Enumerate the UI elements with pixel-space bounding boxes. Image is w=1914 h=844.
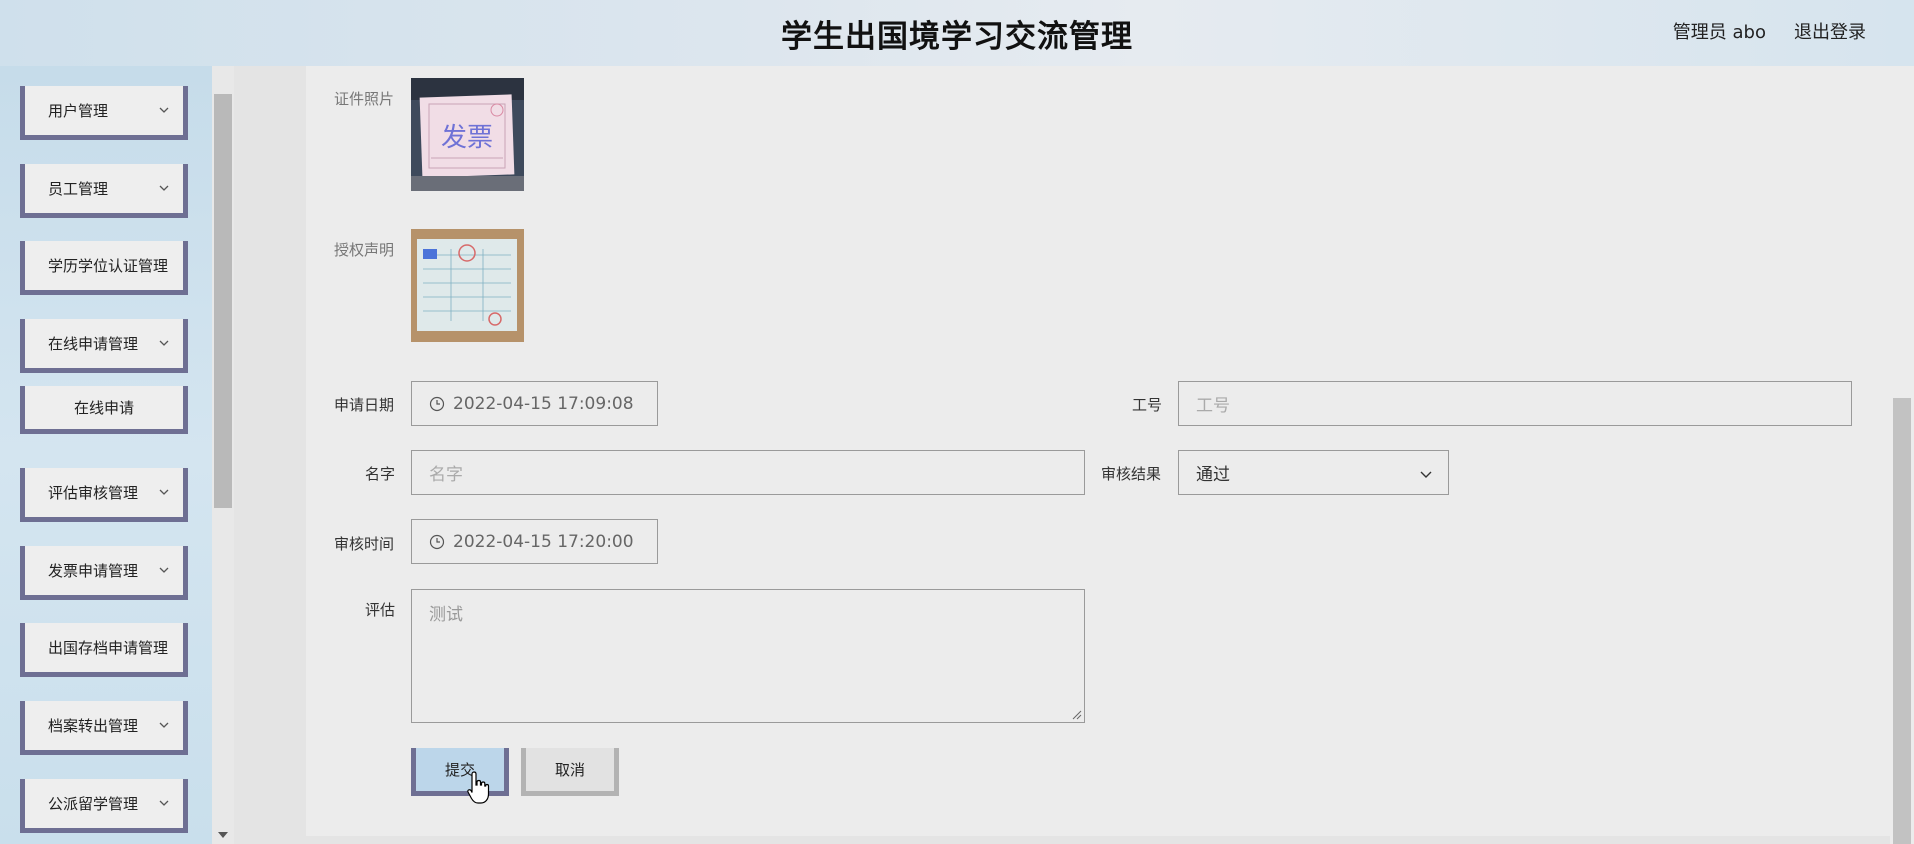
chevron-down-icon <box>159 107 169 113</box>
sidebar-item-public-study-abroad[interactable]: 公派留学管理 <box>20 779 188 833</box>
chevron-down-icon <box>159 340 169 346</box>
evaluation-value: 测试 <box>429 605 463 625</box>
chevron-down-icon <box>159 567 169 573</box>
sidebar-item-label: 发票申请管理 <box>48 562 139 580</box>
page-title: 学生出国境学习交流管理 <box>781 18 1133 55</box>
sidebar-item-archive-transfer[interactable]: 档案转出管理 <box>20 701 188 755</box>
name-input[interactable]: 名字 <box>411 450 1085 495</box>
sidebar-item-online-application-management[interactable]: 在线申请管理 <box>20 319 188 373</box>
clock-icon <box>429 396 445 411</box>
resize-grip-icon[interactable] <box>1070 708 1082 720</box>
name-placeholder: 名字 <box>429 465 463 485</box>
main-scrollbar[interactable] <box>1890 66 1914 844</box>
sidebar-item-user-management[interactable]: 用户管理 <box>20 86 188 140</box>
sidebar-item-archive-application[interactable]: 出国存档申请管理 <box>20 623 188 677</box>
job-number-input[interactable]: 工号 <box>1178 381 1852 426</box>
sidebar-scrollbar[interactable] <box>212 66 234 844</box>
chevron-down-icon <box>159 722 169 728</box>
auth-statement-label: 授权声明 <box>334 241 395 259</box>
hand-cursor-icon <box>467 771 490 804</box>
evaluation-textarea[interactable]: 测试 <box>411 589 1085 723</box>
main-scrollbar-thumb[interactable] <box>1893 398 1911 844</box>
clock-icon <box>429 534 445 549</box>
job-number-placeholder: 工号 <box>1196 396 1230 416</box>
sidebar-item-label: 员工管理 <box>48 180 109 198</box>
review-result-value: 通过 <box>1196 465 1230 485</box>
current-user: 管理员 abo <box>1672 22 1766 43</box>
sidebar-item-label: 在线申请 <box>73 399 134 417</box>
review-time-value: 2022-04-15 17:20:00 <box>453 531 634 552</box>
job-number-label: 工号 <box>1132 396 1163 414</box>
apply-date-value: 2022-04-15 17:09:08 <box>453 393 634 414</box>
photo-text: 发票 <box>441 123 493 153</box>
cancel-button[interactable]: 取消 <box>521 748 619 796</box>
review-time-label: 审核时间 <box>334 535 395 553</box>
sidebar: 用户管理 员工管理 学历学位认证管理 在线申请管理 在线申请 评估审核管理 发票… <box>0 66 212 844</box>
sidebar-item-label: 用户管理 <box>48 102 109 120</box>
user-area: 管理员 abo 退出登录 <box>1673 18 1866 44</box>
apply-date-label: 申请日期 <box>334 396 395 414</box>
sidebar-item-staff-management[interactable]: 员工管理 <box>20 164 188 218</box>
sidebar-item-invoice-application[interactable]: 发票申请管理 <box>20 546 188 600</box>
id-photo-image[interactable]: 发票 <box>411 78 524 191</box>
sidebar-item-label: 出国存档申请管理 <box>48 639 169 657</box>
submit-button[interactable]: 提交 <box>411 748 509 796</box>
review-result-select[interactable]: 通过 <box>1178 450 1449 495</box>
receipt-photo-icon <box>411 229 524 342</box>
invoice-photo-icon: 发票 <box>411 78 524 191</box>
sidebar-item-label: 公派留学管理 <box>48 795 139 813</box>
chevron-down-icon <box>159 185 169 191</box>
logout-link[interactable]: 退出登录 <box>1794 18 1866 44</box>
sidebar-item-label: 在线申请管理 <box>48 335 139 353</box>
scroll-down-arrow-icon[interactable] <box>218 832 228 838</box>
review-result-label: 审核结果 <box>1101 465 1162 483</box>
auth-statement-image[interactable] <box>411 229 524 342</box>
sidebar-item-label: 学历学位认证管理 <box>48 257 169 275</box>
sidebar-item-evaluation-review[interactable]: 评估审核管理 <box>20 468 188 522</box>
chevron-down-icon <box>1420 471 1432 478</box>
sidebar-scrollbar-thumb[interactable] <box>214 94 232 508</box>
header: 学生出国境学习交流管理 管理员 abo 退出登录 <box>0 0 1914 66</box>
name-label: 名字 <box>365 465 396 483</box>
sidebar-subitem-online-application[interactable]: 在线申请 <box>20 386 188 434</box>
chevron-down-icon <box>159 489 169 495</box>
id-photo-label: 证件照片 <box>334 90 395 108</box>
sidebar-item-label: 评估审核管理 <box>48 484 139 502</box>
sidebar-item-degree-certification[interactable]: 学历学位认证管理 <box>20 241 188 295</box>
review-time-field[interactable]: 2022-04-15 17:20:00 <box>411 519 658 564</box>
apply-date-field[interactable]: 2022-04-15 17:09:08 <box>411 381 658 426</box>
chevron-down-icon <box>159 800 169 806</box>
evaluation-label: 评估 <box>365 601 396 619</box>
sidebar-item-label: 档案转出管理 <box>48 717 139 735</box>
